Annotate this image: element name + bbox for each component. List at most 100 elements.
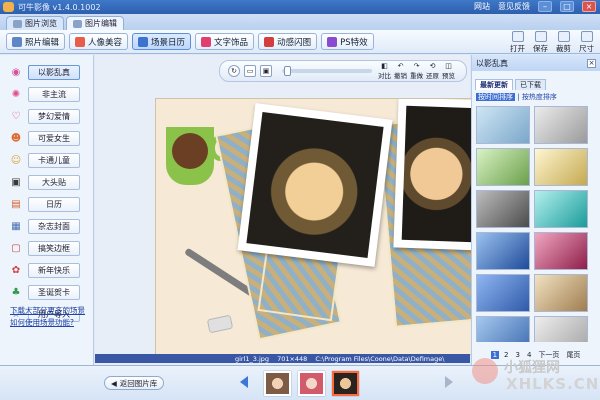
photo-sticker-icon: ▣ xyxy=(11,177,21,188)
sort-by-time[interactable]: 按时间排序 xyxy=(476,93,515,101)
category-item[interactable]: ♣ 圣诞贺卡 xyxy=(0,283,93,302)
scene-thumbnail[interactable] xyxy=(534,148,588,186)
last-page-link[interactable]: 尾页 xyxy=(564,350,582,360)
scene-thumbnail[interactable] xyxy=(534,316,588,342)
compare-button[interactable]: ◧ 对比 xyxy=(378,62,391,80)
scene-thumbnail[interactable] xyxy=(476,190,530,228)
calendar-icon: ▤ xyxy=(11,199,21,210)
category-item[interactable]: ▢ 搞笑边框 xyxy=(0,239,93,258)
filmstrip-thumbnail[interactable] xyxy=(264,371,291,396)
framed-photo xyxy=(237,103,393,267)
portrait-icon xyxy=(75,36,86,47)
restore-button[interactable]: ⟲ 还原 xyxy=(426,61,439,80)
scene-thumbnail[interactable] xyxy=(476,106,530,144)
page-2[interactable]: 2 xyxy=(502,351,510,359)
help-links: 下载大部分更多的场景 如何使用场景功能? xyxy=(10,305,85,329)
prev-arrow-icon[interactable] xyxy=(240,376,248,388)
category-item[interactable]: ✿ 新年快乐 xyxy=(0,261,93,280)
button-label: 返回图片库 xyxy=(119,378,158,388)
category-item[interactable]: ▤ 日历 xyxy=(0,195,93,214)
scene-thumbnail[interactable] xyxy=(534,274,588,312)
eraser xyxy=(206,314,234,334)
category-item[interactable]: ☺ 卡通儿童 xyxy=(0,151,93,170)
ps-effects-button[interactable]: PS特效 xyxy=(321,33,374,50)
photo-icon xyxy=(12,36,22,47)
page-4[interactable]: 4 xyxy=(525,351,533,359)
size-button[interactable]: 尺寸 xyxy=(579,31,594,54)
category-item[interactable]: ◉ 以影乱真 xyxy=(0,63,93,82)
scene-thumbnail[interactable] xyxy=(534,232,588,270)
undo-icon: ↶ xyxy=(397,61,404,70)
scene-thumbnail[interactable] xyxy=(476,148,530,186)
path-text: C:\Program Files\Coone\Data\Defimage\ xyxy=(315,354,445,363)
category-item[interactable]: ▣ 大头贴 xyxy=(0,173,93,192)
tab-downloaded[interactable]: 已下载 xyxy=(515,79,546,90)
filmstrip-thumbnail[interactable] xyxy=(298,371,325,396)
preview-button[interactable]: ◫ 预览 xyxy=(442,61,455,80)
image-icon xyxy=(13,19,22,28)
category-item[interactable]: ♡ 梦幻爱情 xyxy=(0,107,93,126)
text-icon xyxy=(201,36,212,47)
christmas-tree-icon: ♣ xyxy=(11,287,21,298)
scene-thumbnail[interactable] xyxy=(534,190,588,228)
category-label: 以影乱真 xyxy=(28,65,80,80)
category-label: 非主流 xyxy=(28,87,80,102)
close-icon[interactable]: × xyxy=(582,1,596,12)
how-to-use-link[interactable]: 如何使用场景功能? xyxy=(10,317,85,329)
zoom-slider-thumb[interactable] xyxy=(283,66,291,76)
tab-edit[interactable]: 图片编辑 xyxy=(66,16,124,30)
fit-screen-icon[interactable]: ▭ xyxy=(244,65,256,77)
text-decor-button[interactable]: 文字饰品 xyxy=(195,33,255,50)
next-page-link[interactable]: 下一页 xyxy=(536,350,561,360)
category-label: 搞笑边框 xyxy=(28,241,80,256)
feedback-link[interactable]: 意见反馈 xyxy=(498,1,530,12)
tab-latest[interactable]: 最新更新 xyxy=(475,79,513,90)
scene-browser-panel: 以影乱真 × 最新更新 已下载 按时间排序 | 按热度排序 1 2 3 4 下一… xyxy=(471,55,600,365)
image-canvas[interactable] xyxy=(155,98,475,355)
close-icon[interactable]: × xyxy=(587,58,596,68)
scene-thumbnail[interactable] xyxy=(476,316,530,342)
redo-button[interactable]: ↷ 重做 xyxy=(410,61,423,80)
next-arrow-icon[interactable] xyxy=(445,376,453,388)
minimize-icon[interactable]: – xyxy=(538,1,552,12)
scene-thumbnail[interactable] xyxy=(476,232,530,270)
cartoon-icon: ☺ xyxy=(10,155,22,166)
top-tabs: 图片浏览 图片编辑 xyxy=(0,14,600,30)
tab-browse[interactable]: 图片浏览 xyxy=(6,16,64,30)
dimensions-text: 701×448 xyxy=(277,354,308,363)
zoom-slider[interactable] xyxy=(282,66,372,76)
category-label: 圣诞贺卡 xyxy=(28,285,80,300)
actual-size-icon[interactable]: ▣ xyxy=(260,65,272,77)
website-link[interactable]: 网站 xyxy=(474,1,490,12)
sort-by-popularity[interactable]: 按热度排序 xyxy=(522,93,557,101)
category-label: 杂志封面 xyxy=(28,219,80,234)
back-to-library-button[interactable]: ◀ 返回图片库 xyxy=(104,376,165,390)
redo-icon: ↷ xyxy=(413,61,420,70)
rotate-icon[interactable]: ↻ xyxy=(228,65,240,77)
filmstrip-thumbnail-selected[interactable] xyxy=(332,371,359,396)
flash-animation-button[interactable]: 动感闪图 xyxy=(258,33,318,50)
undo-button[interactable]: ↶ 撤销 xyxy=(394,61,407,80)
crop-button[interactable]: 裁剪 xyxy=(556,31,571,54)
button-label: 预览 xyxy=(442,71,455,80)
category-item[interactable]: ✺ 非主流 xyxy=(0,85,93,104)
category-item[interactable]: ☻ 可爱女生 xyxy=(0,129,93,148)
save-button[interactable]: 保存 xyxy=(533,31,548,54)
sort-separator: | xyxy=(517,93,520,101)
preview-icon: ◫ xyxy=(445,61,452,70)
page-1[interactable]: 1 xyxy=(490,351,500,359)
restore-icon: ⟲ xyxy=(429,61,436,70)
download-scenes-link[interactable]: 下载大部分更多的场景 xyxy=(10,305,85,317)
scene-thumbnail[interactable] xyxy=(476,274,530,312)
portrait-beauty-button[interactable]: 人像美容 xyxy=(69,33,129,50)
scene-calendar-button[interactable]: 场景日历 xyxy=(132,33,192,50)
category-item[interactable]: ▦ 杂志封面 xyxy=(0,217,93,236)
app-title: 可牛影像 v1.4.0.1002 xyxy=(18,2,101,12)
page-3[interactable]: 3 xyxy=(514,351,522,359)
folder-icon xyxy=(511,31,524,42)
button-label: PS特效 xyxy=(340,37,368,48)
photo-edit-button[interactable]: 照片编辑 xyxy=(6,33,66,50)
open-button[interactable]: 打开 xyxy=(510,31,525,54)
scene-thumbnail[interactable] xyxy=(534,106,588,144)
maximize-icon[interactable]: □ xyxy=(560,1,574,12)
